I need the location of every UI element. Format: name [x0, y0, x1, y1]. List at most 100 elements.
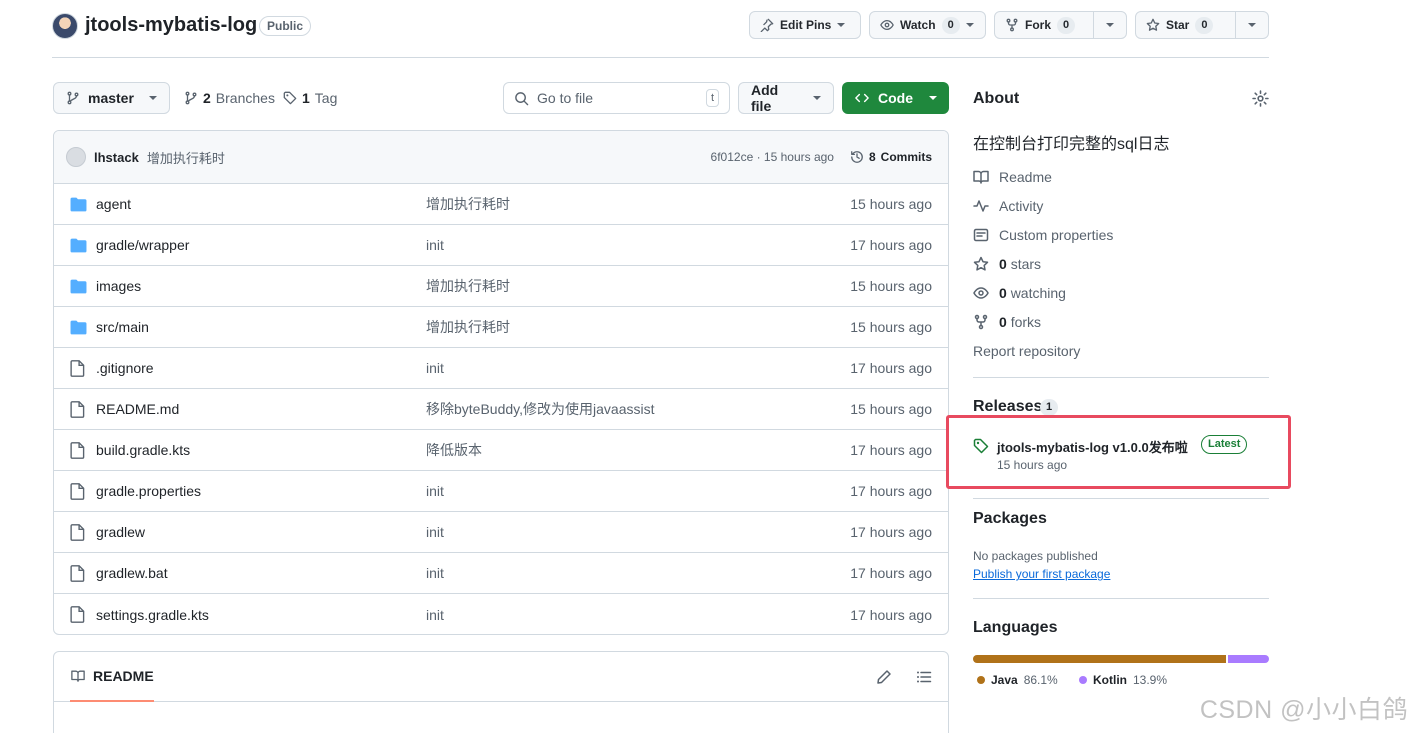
file-name[interactable]: build.gradle.kts: [96, 442, 426, 458]
readme-tab[interactable]: README: [70, 652, 154, 702]
chevron-down-icon: [965, 23, 974, 27]
file-name[interactable]: gradle.properties: [96, 483, 426, 499]
fork-icon: [974, 314, 988, 330]
activity-label: Activity: [999, 198, 1044, 214]
file-name[interactable]: agent: [96, 196, 426, 212]
release-highlight-box: [946, 415, 1291, 489]
table-row[interactable]: agent 增加执行耗时 15 hours ago: [54, 184, 948, 225]
languages-title: Languages: [973, 619, 1058, 636]
custom-properties-label: Custom properties: [999, 227, 1114, 243]
edit-pins-button[interactable]: Edit Pins: [749, 11, 861, 39]
file-commit-message[interactable]: 降低版本: [426, 440, 482, 460]
folder-icon: [70, 320, 87, 334]
file-commit-message[interactable]: 增加执行耗时: [426, 317, 510, 337]
table-row[interactable]: .gitignore init 17 hours ago: [54, 348, 948, 389]
file-name[interactable]: .gitignore: [96, 360, 426, 376]
table-row[interactable]: images 增加执行耗时 15 hours ago: [54, 266, 948, 307]
commit-author[interactable]: lhstack: [94, 150, 139, 165]
table-row[interactable]: build.gradle.kts 降低版本 17 hours ago: [54, 430, 948, 471]
table-row[interactable]: gradle.properties init 17 hours ago: [54, 471, 948, 512]
file-name[interactable]: gradlew: [96, 524, 426, 540]
file-icon: [70, 523, 85, 541]
commits-link[interactable]: 8 Commits: [850, 150, 932, 164]
commit-message[interactable]: 增加执行耗时: [147, 148, 225, 167]
eye-icon: [973, 287, 989, 299]
star-button-group[interactable]: Star 0: [1135, 11, 1269, 39]
fork-button-group[interactable]: Fork 0: [994, 11, 1127, 39]
language-legend-java[interactable]: Java 86.1%: [977, 673, 1058, 687]
commit-hash-time[interactable]: 6f012ce · 15 hours ago: [711, 150, 834, 164]
file-icon: [70, 400, 85, 418]
file-rows: agent 增加执行耗时 15 hours ago gradle/wrapper…: [54, 184, 948, 634]
visibility-badge: Public: [259, 16, 312, 36]
gear-icon[interactable]: [1252, 90, 1269, 107]
readme-link[interactable]: Readme: [973, 167, 1052, 187]
publish-package-link[interactable]: Publish your first package: [973, 567, 1110, 581]
table-row[interactable]: gradle/wrapper init 17 hours ago: [54, 225, 948, 266]
pencil-icon[interactable]: [876, 669, 892, 685]
custom-properties-link[interactable]: Custom properties: [973, 225, 1113, 245]
releases-title[interactable]: Releases: [973, 398, 1042, 416]
table-row[interactable]: src/main 增加执行耗时 15 hours ago: [54, 307, 948, 348]
code-button[interactable]: Code: [842, 82, 949, 114]
history-icon: [851, 151, 863, 163]
table-row[interactable]: gradlew init 17 hours ago: [54, 512, 948, 553]
fork-button[interactable]: Fork 0: [995, 12, 1085, 38]
file-commit-message[interactable]: 增加执行耗时: [426, 276, 510, 296]
tags-count: 1: [302, 90, 310, 106]
forks-link[interactable]: 0 forks: [973, 312, 1041, 332]
language-legend-kotlin[interactable]: Kotlin 13.9%: [1079, 673, 1167, 687]
shortcut-key: t: [705, 89, 719, 107]
table-row[interactable]: gradlew.bat init 17 hours ago: [54, 553, 948, 594]
file-commit-message[interactable]: 增加执行耗时: [426, 194, 510, 214]
go-to-file-placeholder: Go to file: [537, 90, 594, 106]
file-commit-message[interactable]: init: [426, 237, 444, 253]
file-age: 15 hours ago: [850, 196, 932, 212]
file-commit-message[interactable]: init: [426, 607, 444, 623]
file-age: 17 hours ago: [850, 360, 932, 376]
go-to-file-input[interactable]: Go to file t: [503, 82, 730, 114]
edit-pins-label: Edit Pins: [780, 18, 832, 32]
file-commit-message[interactable]: init: [426, 565, 444, 581]
table-row[interactable]: settings.gradle.kts init 17 hours ago: [54, 594, 948, 634]
watching-link[interactable]: 0 watching: [973, 283, 1066, 303]
file-table: lhstack 增加执行耗时 6f012ce · 15 hours ago 8 …: [53, 130, 949, 635]
branches-link[interactable]: 2 Branches: [184, 82, 275, 114]
header-divider: [52, 57, 1269, 58]
chevron-down-icon: [929, 96, 937, 100]
list-icon[interactable]: [916, 669, 932, 685]
report-repository-link[interactable]: Report repository: [973, 341, 1080, 361]
tags-link[interactable]: 1 Tag: [283, 82, 337, 114]
author-avatar[interactable]: [66, 147, 86, 167]
repo-name[interactable]: jtools-mybatis-log: [85, 14, 257, 37]
add-file-button[interactable]: Add file: [738, 82, 834, 114]
folder-icon: [70, 238, 87, 252]
file-commit-message[interactable]: init: [426, 483, 444, 499]
file-name[interactable]: README.md: [96, 401, 426, 417]
star-button[interactable]: Star 0: [1136, 12, 1223, 38]
latest-commit-bar: lhstack 增加执行耗时 6f012ce · 15 hours ago 8 …: [54, 131, 948, 184]
file-age: 17 hours ago: [850, 606, 932, 623]
owner-avatar[interactable]: [52, 13, 78, 39]
table-row[interactable]: README.md 移除byteBuddy,修改为使用javaassist 15…: [54, 389, 948, 430]
branch-selector[interactable]: master: [53, 82, 170, 114]
readme-tab-label: README: [93, 667, 154, 684]
activity-link[interactable]: Activity: [973, 196, 1043, 216]
file-name[interactable]: gradle/wrapper: [96, 237, 426, 253]
star-dropdown[interactable]: [1235, 12, 1268, 38]
file-name[interactable]: images: [96, 278, 426, 294]
stars-label: stars: [1010, 256, 1042, 272]
stars-link[interactable]: 0 stars: [973, 254, 1041, 274]
file-commit-message[interactable]: init: [426, 524, 444, 540]
chevron-down-icon: [1248, 23, 1256, 27]
file-commit-message[interactable]: 移除byteBuddy,修改为使用javaassist: [426, 399, 654, 419]
no-packages-text: No packages published: [973, 549, 1098, 563]
watch-button[interactable]: Watch 0: [869, 11, 986, 39]
file-name[interactable]: gradlew.bat: [96, 565, 426, 581]
file-commit-message[interactable]: init: [426, 360, 444, 376]
fork-dropdown[interactable]: [1093, 12, 1126, 38]
packages-title[interactable]: Packages: [973, 510, 1047, 528]
file-name[interactable]: src/main: [96, 319, 426, 335]
file-name[interactable]: settings.gradle.kts: [96, 607, 426, 623]
chevron-down-icon: [1106, 23, 1114, 27]
